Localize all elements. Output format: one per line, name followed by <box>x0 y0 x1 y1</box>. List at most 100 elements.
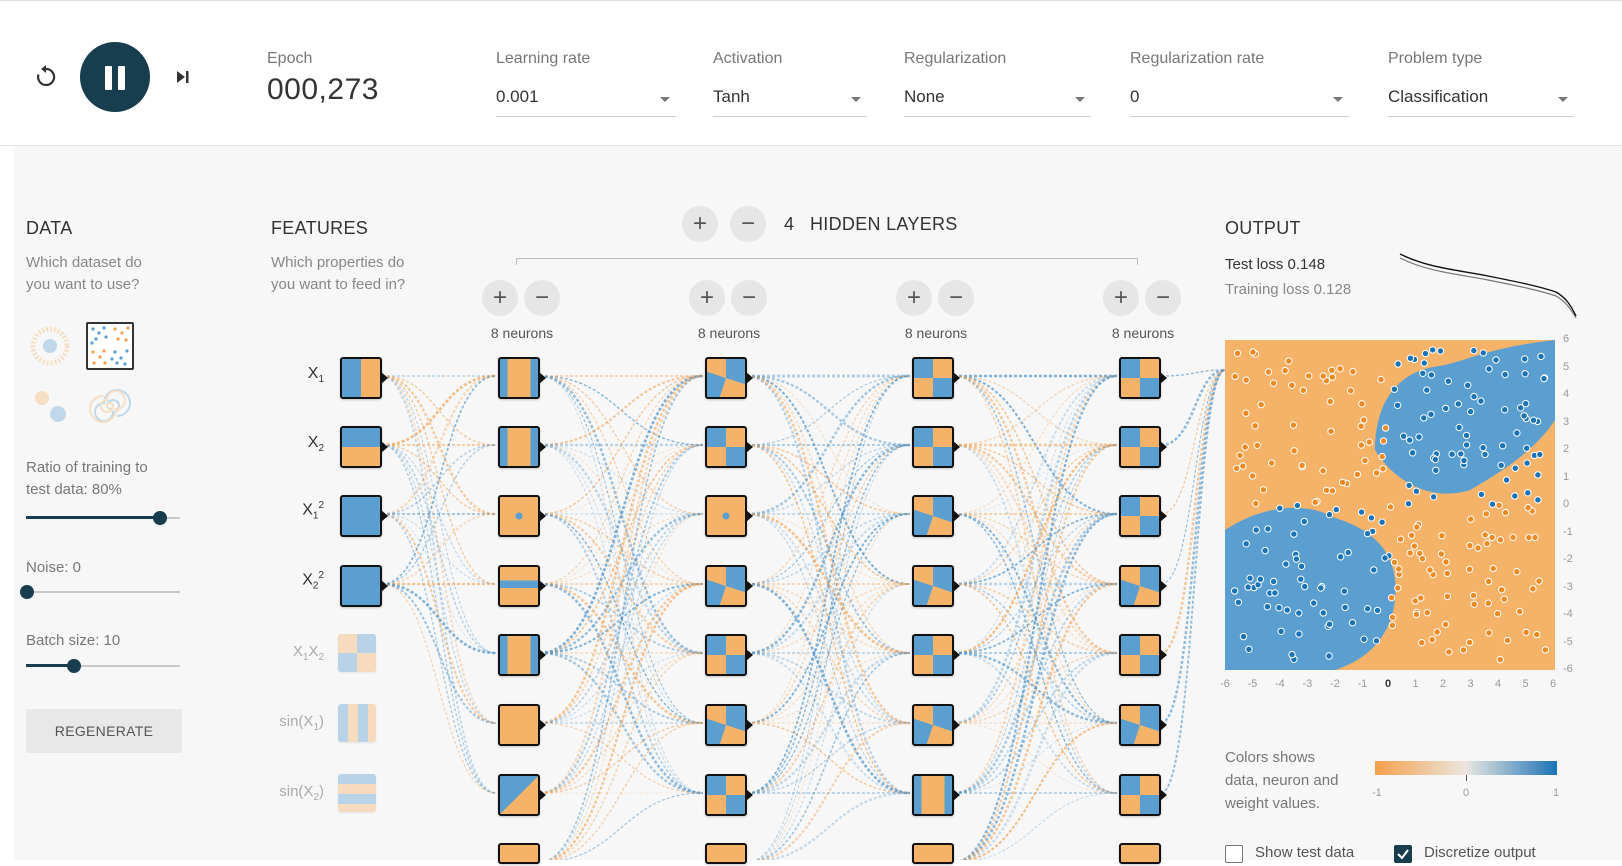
neuron-layer-4-8[interactable] <box>1119 843 1161 864</box>
output-heatmap[interactable] <box>1225 340 1555 670</box>
weight-link[interactable] <box>746 444 911 585</box>
weight-link[interactable] <box>746 375 911 794</box>
neuron-layer-1-1[interactable] <box>498 357 546 399</box>
data-point <box>1484 577 1493 586</box>
weight-link[interactable] <box>953 375 1118 515</box>
weight-link[interactable] <box>747 791 911 860</box>
weight-link[interactable] <box>747 583 911 860</box>
weight-link[interactable] <box>953 374 1118 725</box>
neuron-layer-2-6[interactable] <box>705 704 753 746</box>
neuron-layer-2-7[interactable] <box>705 774 753 816</box>
add-neuron-button-layer-2[interactable]: + <box>689 280 725 316</box>
data-point <box>1367 514 1376 522</box>
remove-neuron-button-layer-1[interactable]: − <box>524 280 560 316</box>
weight-link[interactable] <box>540 722 704 860</box>
neuron-layer-4-4[interactable] <box>1119 565 1167 607</box>
node-output-tip <box>746 580 753 592</box>
weight-link[interactable] <box>747 721 911 860</box>
neuron-layer-1-6[interactable] <box>498 704 546 746</box>
neuron-layer-3-1[interactable] <box>912 357 960 399</box>
neuron-layer-1-5[interactable] <box>498 634 546 676</box>
feature-node-x2[interactable] <box>340 426 388 468</box>
feature-node-x1-squared[interactable] <box>340 495 388 537</box>
weight-link[interactable] <box>381 583 497 724</box>
neuron-layer-4-7[interactable] <box>1119 774 1167 816</box>
neuron-layer-1-7[interactable] <box>498 774 546 816</box>
add-neuron-button-layer-1[interactable]: + <box>482 280 518 316</box>
neuron-layer-3-4[interactable] <box>912 565 960 607</box>
feature-node-x1[interactable] <box>340 357 388 399</box>
neuron-layer-4-5[interactable] <box>1119 634 1167 676</box>
weight-link[interactable] <box>540 513 704 860</box>
feature-node-sin-x2[interactable] <box>338 774 376 812</box>
weight-link[interactable] <box>539 375 704 515</box>
data-point <box>1344 548 1352 557</box>
add-layer-button[interactable]: + <box>682 206 718 242</box>
neuron-layer-1-4[interactable] <box>498 565 546 607</box>
feature-node-x1x2[interactable] <box>338 634 376 672</box>
neuron-layer-1-2[interactable] <box>498 426 546 468</box>
weight-link[interactable] <box>540 792 704 860</box>
weight-link[interactable] <box>954 582 1118 860</box>
weight-link[interactable] <box>954 792 1118 860</box>
neuron-layer-2-3[interactable] <box>705 495 753 537</box>
neuron-layer-4-3[interactable] <box>1119 495 1167 537</box>
data-point <box>1404 500 1413 508</box>
neuron-layer-2-8[interactable] <box>705 843 747 864</box>
neuron-layer-3-2[interactable] <box>912 426 960 468</box>
weight-link[interactable] <box>746 722 911 794</box>
weight-link[interactable] <box>954 651 1118 860</box>
weight-link[interactable] <box>540 652 704 860</box>
weight-link[interactable] <box>1160 369 1226 794</box>
neuron-layer-4-6[interactable] <box>1119 704 1167 746</box>
weight-link[interactable] <box>954 722 1118 860</box>
weight-link[interactable] <box>1160 369 1226 377</box>
neuron-layer-4-1[interactable] <box>1119 357 1167 399</box>
weight-link[interactable] <box>539 374 704 795</box>
neuron-layer-2-1[interactable] <box>705 357 753 399</box>
weight-link[interactable] <box>1160 368 1226 655</box>
neuron-layer-2-2[interactable] <box>705 426 753 468</box>
remove-neuron-button-layer-2[interactable]: − <box>731 280 767 316</box>
data-point <box>1432 466 1440 475</box>
neuron-layer-2-5[interactable] <box>705 634 753 676</box>
layer-1-neuron-count: 8 neurons <box>490 325 554 341</box>
weight-link[interactable] <box>746 374 911 516</box>
neuron-layer-3-6[interactable] <box>912 704 960 746</box>
remove-layer-button[interactable]: − <box>730 206 766 242</box>
node-output-tip <box>953 719 960 731</box>
weight-link[interactable] <box>381 512 497 725</box>
weight-link[interactable] <box>746 375 911 724</box>
weight-link[interactable] <box>539 444 704 585</box>
neuron-layer-1-8[interactable] <box>498 843 540 864</box>
neuron-layer-4-2[interactable] <box>1119 426 1167 468</box>
weight-link[interactable] <box>1160 368 1226 725</box>
weight-link[interactable] <box>954 512 1118 860</box>
data-point <box>1428 635 1436 644</box>
neuron-layer-3-3[interactable] <box>912 495 960 537</box>
data-point <box>1541 646 1550 654</box>
weight-link[interactable] <box>747 513 911 860</box>
neuron-layer-3-5[interactable] <box>912 634 960 676</box>
feature-node-sin-x1[interactable] <box>338 704 376 742</box>
data-point <box>1332 505 1341 514</box>
add-neuron-button-layer-4[interactable]: + <box>1103 280 1139 316</box>
weight-link[interactable] <box>953 444 1118 585</box>
y-tick-label: 0 <box>1563 498 1570 510</box>
weight-link[interactable] <box>540 582 704 860</box>
neuron-layer-3-8[interactable] <box>912 843 954 864</box>
neuron-layer-1-3[interactable] <box>498 495 546 537</box>
data-point <box>1396 535 1405 543</box>
add-neuron-button-layer-3[interactable]: + <box>896 280 932 316</box>
remove-neuron-button-layer-4[interactable]: − <box>1145 280 1181 316</box>
feature-node-x2-squared[interactable] <box>340 565 388 607</box>
data-point <box>1511 492 1519 500</box>
weight-link[interactable] <box>747 652 911 860</box>
weight-link[interactable] <box>953 375 1118 794</box>
weight-link[interactable] <box>539 374 704 725</box>
remove-neuron-button-layer-3[interactable]: − <box>938 280 974 316</box>
feature-label-x2: X2 <box>307 434 324 455</box>
neuron-layer-3-7[interactable] <box>912 774 960 816</box>
data-point <box>1457 450 1465 458</box>
neuron-layer-2-4[interactable] <box>705 565 753 607</box>
